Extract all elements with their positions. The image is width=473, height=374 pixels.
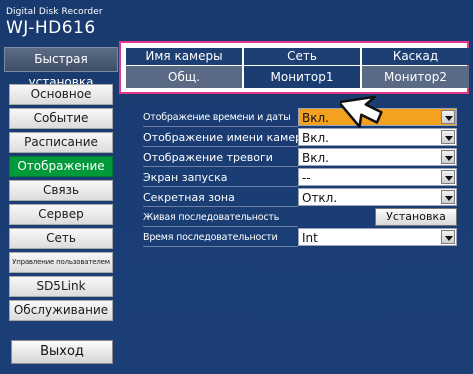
dropdown-arrow-icon[interactable]	[441, 170, 455, 184]
tab-row-bottom: Общ. Монитор1 Монитор2	[126, 66, 469, 88]
sidebar-item-user-management[interactable]: Управление пользователем	[9, 252, 113, 273]
sidebar-item-schedule[interactable]: Расписание	[9, 132, 113, 153]
mouse-cursor-icon	[340, 95, 383, 128]
exit-button[interactable]: Выход	[11, 340, 113, 364]
sidebar-menu: Основное Событие Расписание Отображение …	[9, 84, 113, 324]
select-value: --	[302, 171, 311, 185]
tab-cascade[interactable]: Каскад	[362, 48, 469, 65]
sidebar-item-network[interactable]: Сеть	[9, 228, 113, 249]
sidebar-item-communication[interactable]: Связь	[9, 180, 113, 201]
dvr-setup-screen: Digital Disk Recorder WJ-HD616 Быстрая у…	[0, 0, 473, 374]
sidebar-item-server[interactable]: Сервер	[9, 204, 113, 225]
select-value: Откл.	[302, 191, 338, 205]
quick-setup-button[interactable]: Быстрая установка	[4, 47, 118, 89]
setting-row: Время последовательности Int	[143, 228, 459, 247]
select-value: Вкл.	[302, 111, 329, 125]
live-sequence-setup-button[interactable]: Установка	[375, 208, 457, 226]
setting-label: Отображение имени камеры	[143, 128, 298, 147]
setting-label: Экран запуска	[143, 168, 298, 187]
setting-row: Отображение имени камеры Вкл.	[143, 128, 459, 147]
select-value: Int	[302, 231, 318, 245]
setting-row: Отображение времени и даты Вкл.	[143, 108, 459, 127]
sidebar-item-event[interactable]: Событие	[9, 108, 113, 129]
setting-row: Живая последовательность Установка	[143, 208, 459, 227]
select-value: Вкл.	[302, 131, 329, 145]
alarm-display-select[interactable]: Вкл.	[298, 148, 457, 166]
dropdown-arrow-icon[interactable]	[441, 130, 455, 144]
select-value: Вкл.	[302, 151, 329, 165]
setting-label: Отображение времени и даты	[143, 108, 298, 127]
dropdown-arrow-icon[interactable]	[441, 150, 455, 164]
sequence-time-select[interactable]: Int	[298, 228, 457, 246]
tab-general[interactable]: Общ.	[126, 66, 244, 88]
setting-label: Секретная зона	[143, 188, 298, 207]
sidebar-item-display[interactable]: Отображение	[9, 156, 113, 177]
dropdown-arrow-icon[interactable]	[441, 230, 455, 244]
privacy-zone-select[interactable]: Откл.	[298, 188, 457, 206]
dropdown-arrow-icon[interactable]	[441, 190, 455, 204]
setting-row: Экран запуска --	[143, 168, 459, 187]
tab-row-top: Имя камеры Сеть Каскад	[126, 48, 469, 65]
dropdown-arrow-icon[interactable]	[441, 110, 455, 124]
tab-camera-name[interactable]: Имя камеры	[126, 48, 244, 65]
setting-label: Живая последовательность	[143, 208, 298, 227]
sidebar-item-basic[interactable]: Основное	[9, 84, 113, 105]
startup-screen-select[interactable]: --	[298, 168, 457, 186]
setting-label: Отображение тревоги	[143, 148, 298, 167]
setting-label: Время последовательности	[143, 228, 298, 247]
sidebar-item-sd5link[interactable]: SD5Link	[9, 276, 113, 297]
sidebar-item-maintenance[interactable]: Обслуживание	[9, 300, 113, 321]
device-subtitle: Digital Disk Recorder	[6, 7, 103, 17]
settings-table: Отображение времени и даты Вкл. Отображе…	[143, 108, 459, 248]
tab-network[interactable]: Сеть	[244, 48, 362, 65]
setting-row: Секретная зона Откл.	[143, 188, 459, 207]
live-sequence-cell: Установка	[298, 208, 457, 226]
device-model: WJ-HD616	[6, 18, 96, 38]
setting-row: Отображение тревоги Вкл.	[143, 148, 459, 167]
